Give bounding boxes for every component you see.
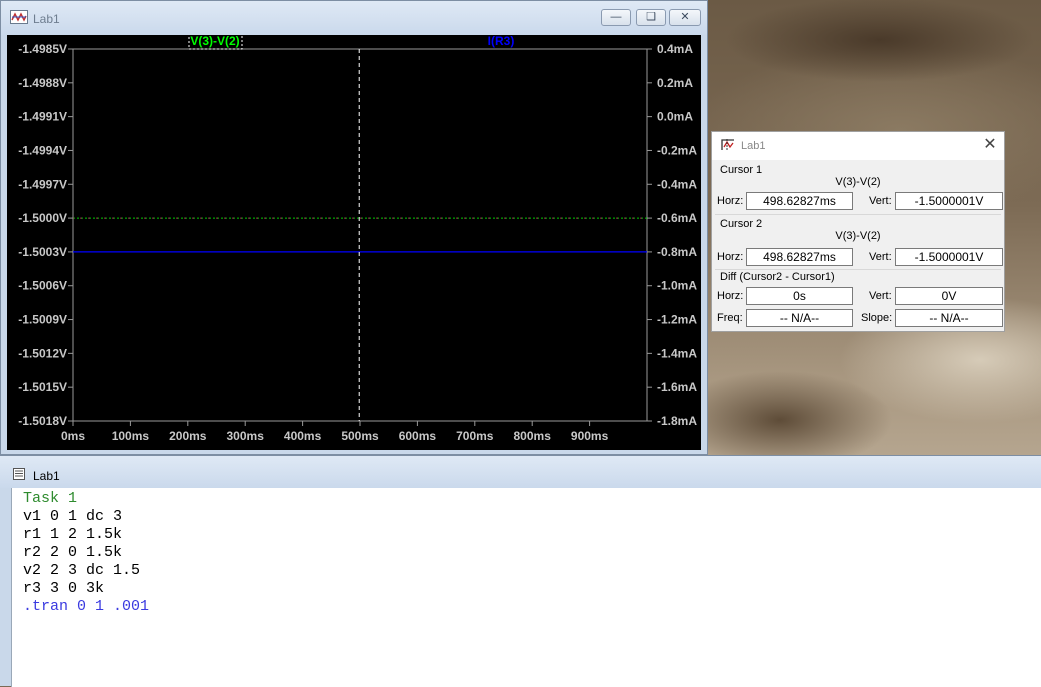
cursor1-vert-label: Vert: bbox=[869, 195, 892, 207]
trace-label-current: I(R3) bbox=[488, 35, 515, 48]
divider bbox=[715, 214, 1001, 215]
netlist-editor[interactable]: Task 1 v1 0 1 dc 3 r1 1 2 1.5k r2 2 0 1.… bbox=[11, 488, 1041, 687]
restore-button[interactable]: ❑ bbox=[636, 9, 666, 26]
y-left-tick-label: -1.5018V bbox=[18, 414, 67, 428]
y-right-tick-label: 0.4mA bbox=[657, 42, 693, 56]
y-left-tick-label: -1.5000V bbox=[18, 211, 67, 225]
x-tick-label: 400ms bbox=[284, 429, 322, 443]
x-tick-label: 100ms bbox=[112, 429, 150, 443]
y-right-tick-label: -0.2mA bbox=[657, 143, 697, 157]
y-right-tick-label: -1.8mA bbox=[657, 414, 697, 428]
plot-frame bbox=[72, 48, 648, 422]
y-left-tick-label: -1.5009V bbox=[18, 313, 67, 327]
x-tick-label: 0ms bbox=[61, 429, 85, 443]
close-icon: ✕ bbox=[680, 11, 690, 23]
netlist-line: Task 1 bbox=[23, 490, 78, 507]
netlist-line: r1 1 2 1.5k bbox=[23, 526, 123, 543]
close-button[interactable]: ✕ bbox=[669, 9, 701, 26]
netlist-line: v1 0 1 dc 3 bbox=[23, 508, 123, 525]
y-right-tick-label: -0.6mA bbox=[657, 211, 697, 225]
cursor-dialog-title: Lab1 bbox=[741, 140, 766, 152]
x-tick-label: 200ms bbox=[169, 429, 207, 443]
cursor1-vert-field[interactable]: -1.5000001V bbox=[895, 192, 1003, 210]
close-icon[interactable]: ✕ bbox=[982, 137, 998, 153]
netlist-window[interactable]: Lab1 Task 1 v1 0 1 dc 3 r1 1 2 1.5k r2 2… bbox=[0, 455, 1041, 687]
x-tick-label: 300ms bbox=[227, 429, 265, 443]
cursor2-horz-label: Horz: bbox=[717, 251, 744, 263]
cursor2-horz-field[interactable]: 498.62827ms bbox=[746, 248, 853, 266]
cursor1-label: Cursor 1 bbox=[720, 164, 763, 176]
y-left-tick-label: -1.4991V bbox=[18, 110, 67, 124]
plot-window-title: Lab1 bbox=[33, 12, 60, 26]
y-left-tick-label: -1.4985V bbox=[18, 42, 67, 56]
waveform-chart[interactable]: -1.4985V -1.4988V -1.4991V -1.4994V -1.4997V… bbox=[7, 35, 701, 450]
cursor2-vert-field[interactable]: -1.5000001V bbox=[895, 248, 1003, 266]
cursor-icon bbox=[721, 139, 734, 151]
x-tick-label: 800ms bbox=[514, 429, 552, 443]
x-tick-label: 500ms bbox=[341, 429, 379, 443]
y-right-tick-label: -1.4mA bbox=[657, 346, 697, 360]
y-left-tick-label: -1.5012V bbox=[18, 346, 67, 360]
diff-vert-field[interactable]: 0V bbox=[895, 287, 1003, 305]
freq-field[interactable]: -- N/A-- bbox=[746, 309, 853, 327]
netlist-window-title: Lab1 bbox=[33, 469, 60, 483]
freq-label: Freq: bbox=[717, 312, 743, 324]
netlist-line: r3 3 0 3k bbox=[23, 580, 105, 597]
diff-label: Diff (Cursor2 - Cursor1) bbox=[720, 271, 835, 283]
x-tick-label: 900ms bbox=[571, 429, 609, 443]
diff-horz-field[interactable]: 0s bbox=[746, 287, 853, 305]
trace-label-voltage: V(3)-V(2) bbox=[190, 35, 239, 48]
diff-vert-label: Vert: bbox=[869, 290, 892, 302]
y-left-tick-label: -1.4997V bbox=[18, 177, 67, 191]
minimize-icon: — bbox=[610, 11, 622, 23]
y-right-tick-label: -1.2mA bbox=[657, 313, 697, 327]
minimize-button[interactable]: — bbox=[601, 9, 631, 26]
y-right-tick-label: -1.6mA bbox=[657, 380, 697, 394]
netlist-titlebar[interactable]: Lab1 bbox=[0, 456, 1041, 488]
cursor2-vert-label: Vert: bbox=[869, 251, 892, 263]
y-right-tick-label: -1.0mA bbox=[657, 279, 697, 293]
netlist-line: v2 2 3 dc 1.5 bbox=[23, 562, 141, 579]
y-right-tick-label: -0.4mA bbox=[657, 177, 697, 191]
cursor-dialog[interactable]: Lab1 ✕ Cursor 1 V(3)-V(2) Horz: 498.6282… bbox=[711, 131, 1005, 332]
netlist-line: .tran 0 1 .001 bbox=[23, 598, 150, 615]
cursor1-horz-field[interactable]: 498.62827ms bbox=[746, 192, 853, 210]
restore-icon: ❑ bbox=[646, 11, 656, 23]
cursor2-label: Cursor 2 bbox=[720, 218, 763, 230]
slope-field[interactable]: -- N/A-- bbox=[895, 309, 1003, 327]
cursor-dialog-body: Cursor 1 V(3)-V(2) Horz: 498.62827ms Ver… bbox=[712, 160, 1004, 331]
x-tick-label: 600ms bbox=[399, 429, 437, 443]
netlist-line: r2 2 0 1.5k bbox=[23, 544, 123, 561]
waveform-icon bbox=[10, 10, 28, 24]
slope-label: Slope: bbox=[861, 312, 893, 324]
y-left-tick-label: -1.5006V bbox=[18, 279, 67, 293]
divider bbox=[715, 269, 1001, 270]
y-right-tick-label: -0.8mA bbox=[657, 245, 697, 259]
y-left-tick-label: -1.5015V bbox=[18, 380, 67, 394]
waveform-plot-area[interactable]: -1.4985V -1.4988V -1.4991V -1.4994V -1.4997V… bbox=[7, 35, 701, 450]
y-left-tick-label: -1.4994V bbox=[18, 143, 67, 157]
y-right-tick-label: 0.0mA bbox=[657, 110, 693, 124]
diff-horz-label: Horz: bbox=[717, 290, 744, 302]
cursor1-trace: V(3)-V(2) bbox=[835, 176, 881, 188]
y-left-tick-label: -1.4988V bbox=[18, 76, 67, 90]
y-right-tick-label: 0.2mA bbox=[657, 76, 693, 90]
cursor1-horz-label: Horz: bbox=[717, 195, 744, 207]
cursor2-trace: V(3)-V(2) bbox=[835, 230, 881, 242]
x-tick-label: 700ms bbox=[456, 429, 494, 443]
plot-titlebar[interactable]: Lab1 — ❑ ✕ bbox=[1, 1, 707, 35]
plot-window[interactable]: Lab1 — ❑ ✕ -1.4985V -1.4988V -1.4991V -1.49… bbox=[0, 0, 708, 455]
cursor-dialog-titlebar[interactable]: Lab1 ✕ bbox=[712, 132, 1004, 160]
y-left-tick-label: -1.5003V bbox=[18, 245, 67, 259]
document-icon bbox=[13, 468, 25, 480]
